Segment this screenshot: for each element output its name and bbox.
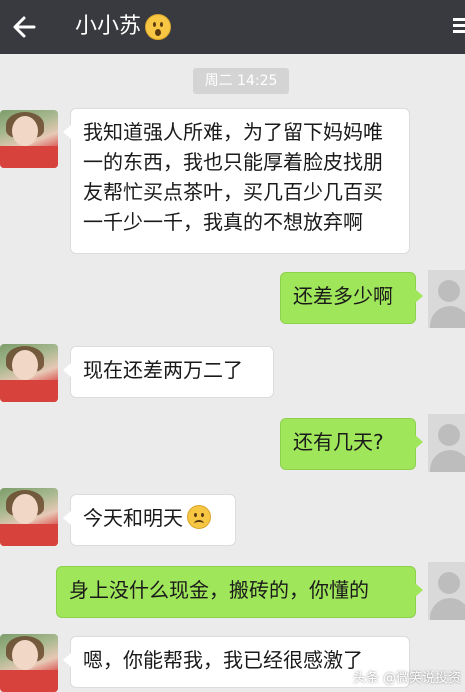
contact-avatar[interactable]	[0, 488, 58, 546]
message-bubble-incoming[interactable]: 今天和明天	[63, 494, 236, 546]
surprised-emoji-icon	[145, 14, 172, 40]
self-avatar[interactable]	[428, 562, 465, 620]
contact-avatar[interactable]	[0, 344, 58, 402]
chat-header: 小小苏	[0, 0, 465, 54]
message-timestamp: 周二 14:25	[193, 68, 289, 94]
watermark: 头条 @微笑说投资	[352, 671, 461, 686]
chat-title: 小小苏	[75, 12, 172, 42]
back-arrow-icon[interactable]	[10, 12, 40, 42]
sad-emoji-icon	[187, 505, 211, 529]
message-bubble-outgoing[interactable]: 身上没什么现金，搬砖的，你懂的	[56, 566, 423, 618]
message-text: 今天和明天	[83, 506, 183, 530]
message-bubble-incoming[interactable]: 我知道强人所难，为了留下妈妈唯一的东西，我也只能厚着脸皮找朋友帮忙买点茶叶，买几…	[63, 108, 410, 254]
more-icon[interactable]	[451, 18, 465, 36]
self-avatar[interactable]	[428, 414, 465, 472]
message-bubble-outgoing[interactable]: 还有几天?	[280, 418, 423, 470]
message-bubble-outgoing[interactable]: 还差多少啊	[280, 272, 423, 324]
message-bubble-incoming[interactable]: 现在还差两万二了	[63, 346, 274, 398]
contact-name: 小小苏	[75, 14, 142, 39]
contact-avatar[interactable]	[0, 634, 58, 692]
contact-avatar[interactable]	[0, 110, 58, 168]
self-avatar[interactable]	[428, 270, 465, 328]
